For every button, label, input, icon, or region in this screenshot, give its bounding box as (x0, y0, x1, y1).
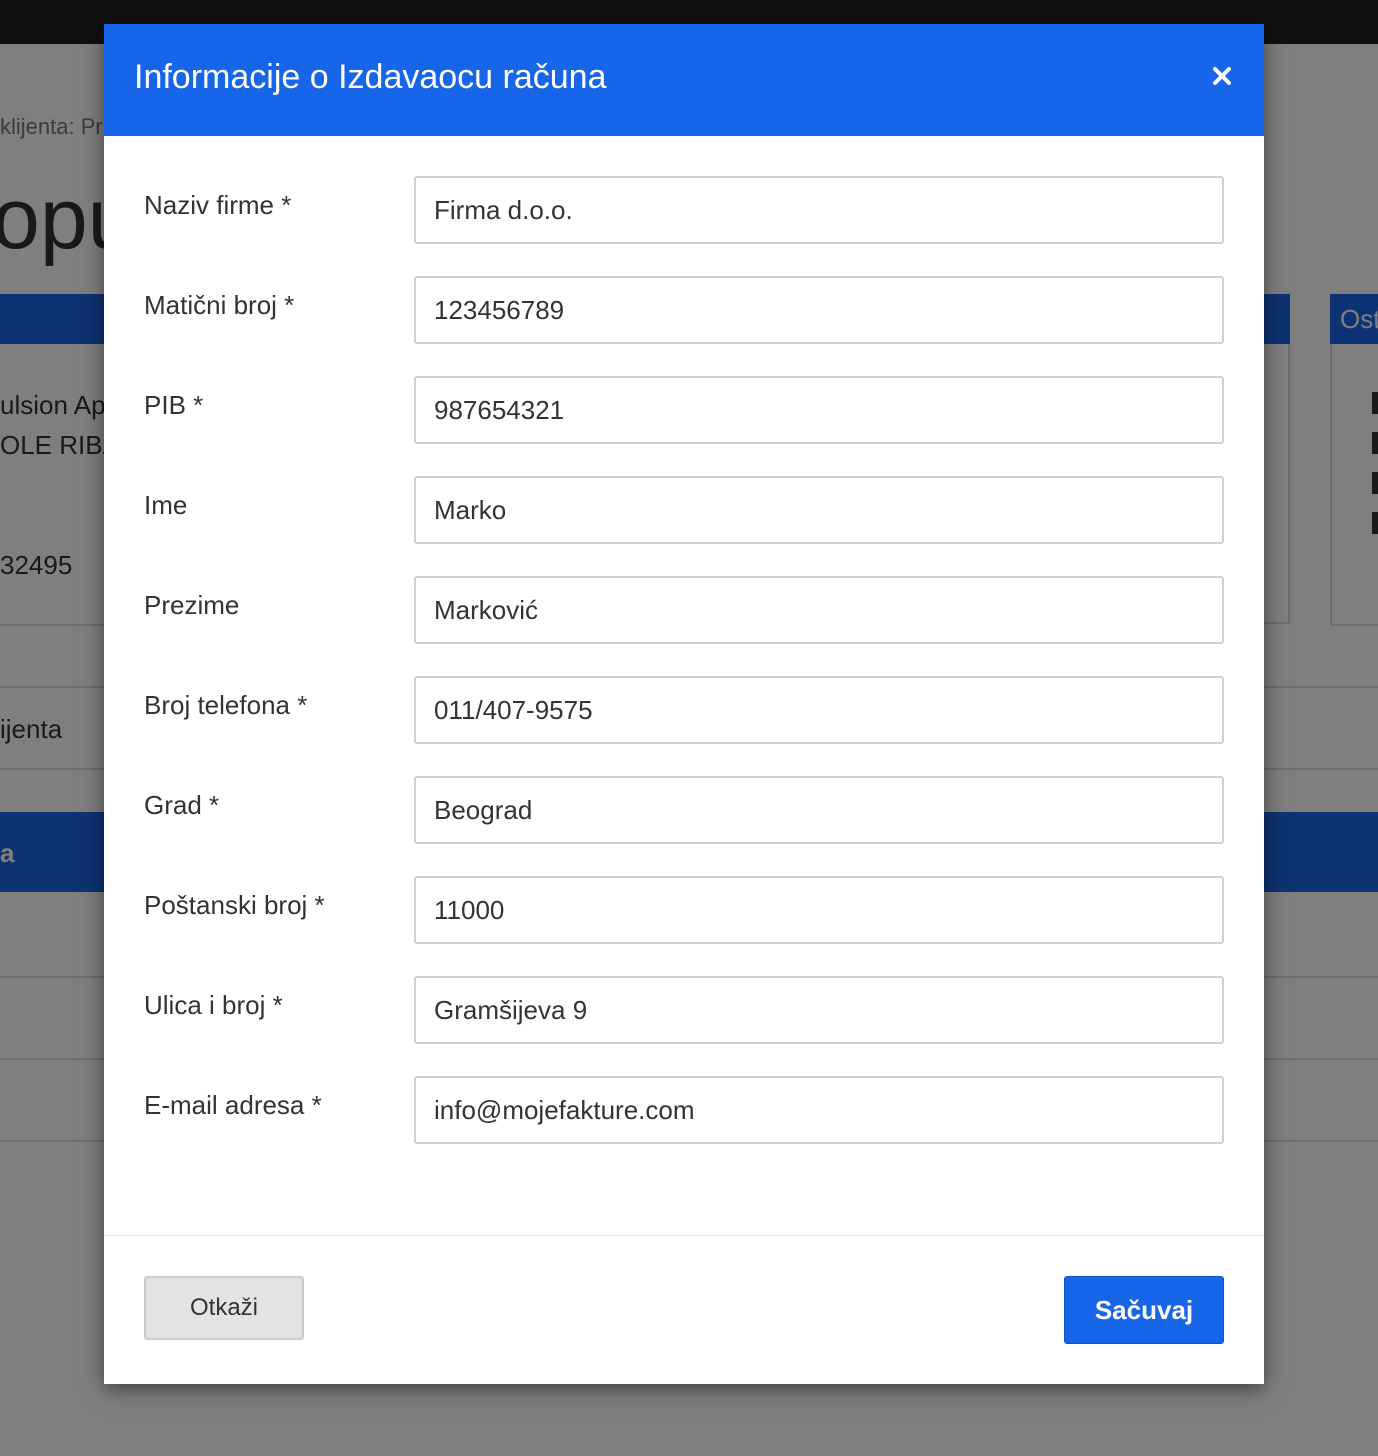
postal-code-label: Poštanski broj * (144, 890, 325, 920)
company-name-input[interactable] (414, 176, 1224, 244)
modal-title: Informacije o Izdavaocu računa (134, 58, 607, 96)
last-name-label: Prezime (144, 590, 240, 620)
form-row-last-name: Prezime (104, 576, 1264, 644)
form-row-email: E-mail adresa * (104, 1076, 1264, 1144)
email-label: E-mail adresa * (144, 1090, 322, 1120)
street-label: Ulica i broj * (144, 990, 283, 1020)
close-icon (1213, 67, 1231, 85)
form-row-company-name: Naziv firme * (104, 176, 1264, 244)
form-row-postal-code: Poštanski broj * (104, 876, 1264, 944)
modal-footer: Otkaži Sačuvaj (104, 1236, 1264, 1383)
issuer-info-modal: Informacije o Izdavaocu računa Naziv fir… (104, 24, 1264, 1384)
form-row-city: Grad * (104, 776, 1264, 844)
modal-header: Informacije o Izdavaocu računa (104, 24, 1264, 136)
phone-label: Broj telefona * (144, 690, 308, 720)
email-input[interactable] (414, 1076, 1224, 1144)
save-button[interactable]: Sačuvaj (1064, 1276, 1224, 1344)
first-name-input[interactable] (414, 476, 1224, 544)
street-input[interactable] (414, 976, 1224, 1044)
pib-label: PIB * (144, 390, 204, 420)
form-row-registration-number: Matični broj * (104, 276, 1264, 344)
company-name-label: Naziv firme * (144, 190, 292, 220)
cancel-button[interactable]: Otkaži (144, 1276, 304, 1340)
form-row-street: Ulica i broj * (104, 976, 1264, 1044)
form-row-pib: PIB * (104, 376, 1264, 444)
first-name-label: Ime (144, 490, 188, 520)
form-row-first-name: Ime (104, 476, 1264, 544)
close-button[interactable] (1204, 58, 1240, 94)
pib-input[interactable] (414, 376, 1224, 444)
last-name-input[interactable] (414, 576, 1224, 644)
registration-number-label: Matični broj * (144, 290, 295, 320)
registration-number-input[interactable] (414, 276, 1224, 344)
city-input[interactable] (414, 776, 1224, 844)
postal-code-input[interactable] (414, 876, 1224, 944)
phone-input[interactable] (414, 676, 1224, 744)
form-row-phone: Broj telefona * (104, 676, 1264, 744)
city-label: Grad * (144, 790, 220, 820)
modal-body: Naziv firme * Matični broj * PIB * Ime P… (104, 136, 1264, 1236)
